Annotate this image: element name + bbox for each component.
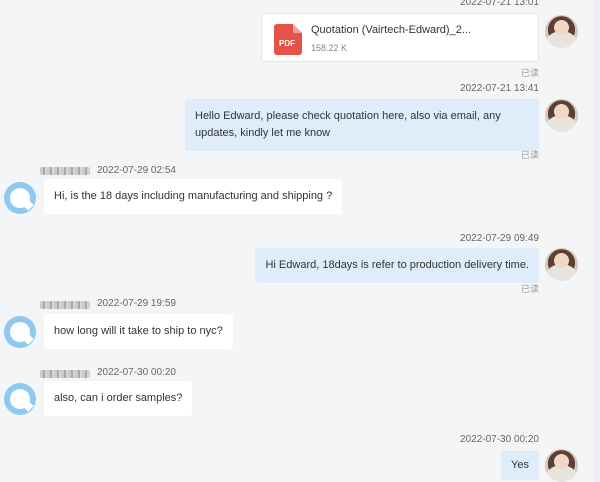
user-avatar[interactable] bbox=[545, 248, 578, 281]
read-status: 已读 bbox=[520, 150, 539, 160]
file-attachment-card[interactable]: PDF Quotation (Vairtech-Edward)_2... 158… bbox=[261, 13, 539, 62]
user-avatar[interactable] bbox=[545, 449, 578, 482]
pdf-file-icon: PDF bbox=[274, 24, 302, 55]
read-status: 已读 bbox=[520, 284, 539, 294]
incoming-message-bubble[interactable]: Hi, is the 18 days including manufacturi… bbox=[44, 179, 343, 214]
chat-bubble-avatar-icon[interactable] bbox=[4, 383, 36, 415]
file-size: 158.22 K bbox=[311, 43, 348, 53]
file-name: Quotation (Vairtech-Edward)_2... bbox=[311, 24, 471, 36]
chat-bubble-avatar-icon[interactable] bbox=[4, 182, 36, 214]
chat-bubble-avatar-icon[interactable] bbox=[4, 316, 36, 348]
outgoing-message-bubble[interactable]: Yes bbox=[501, 451, 539, 480]
user-avatar[interactable] bbox=[545, 15, 578, 48]
message-timestamp: 2022-07-21 13:41 bbox=[460, 83, 539, 94]
pdf-badge-text: PDF bbox=[279, 39, 295, 48]
message-timestamp: 2022-07-21 13:01 bbox=[460, 0, 539, 8]
message-timestamp: 2022-07-29 02:54 bbox=[97, 165, 176, 176]
user-avatar[interactable] bbox=[545, 99, 578, 132]
sender-name-blurred bbox=[40, 301, 90, 309]
read-status: 已读 bbox=[520, 68, 539, 78]
chat-history: 2022-07-21 13:01 PDF Quotation (Vairtech… bbox=[0, 0, 600, 482]
outgoing-message-bubble[interactable]: Hi Edward, 18days is refer to production… bbox=[255, 248, 539, 283]
sender-name-blurred bbox=[40, 167, 90, 175]
outgoing-message-bubble[interactable]: Hello Edward, please check quotation her… bbox=[185, 99, 539, 151]
message-timestamp: 2022-07-29 19:59 bbox=[97, 298, 176, 309]
incoming-message-bubble[interactable]: also, can i order samples? bbox=[44, 381, 193, 416]
scrollbar[interactable] bbox=[594, 0, 600, 482]
message-timestamp: 2022-07-29 09:49 bbox=[460, 233, 539, 244]
incoming-message-bubble[interactable]: how long will it take to ship to nyc? bbox=[44, 314, 233, 349]
sender-name-blurred bbox=[40, 370, 90, 378]
message-timestamp: 2022-07-30 00:20 bbox=[97, 367, 176, 378]
message-timestamp: 2022-07-30 00:20 bbox=[460, 434, 539, 445]
